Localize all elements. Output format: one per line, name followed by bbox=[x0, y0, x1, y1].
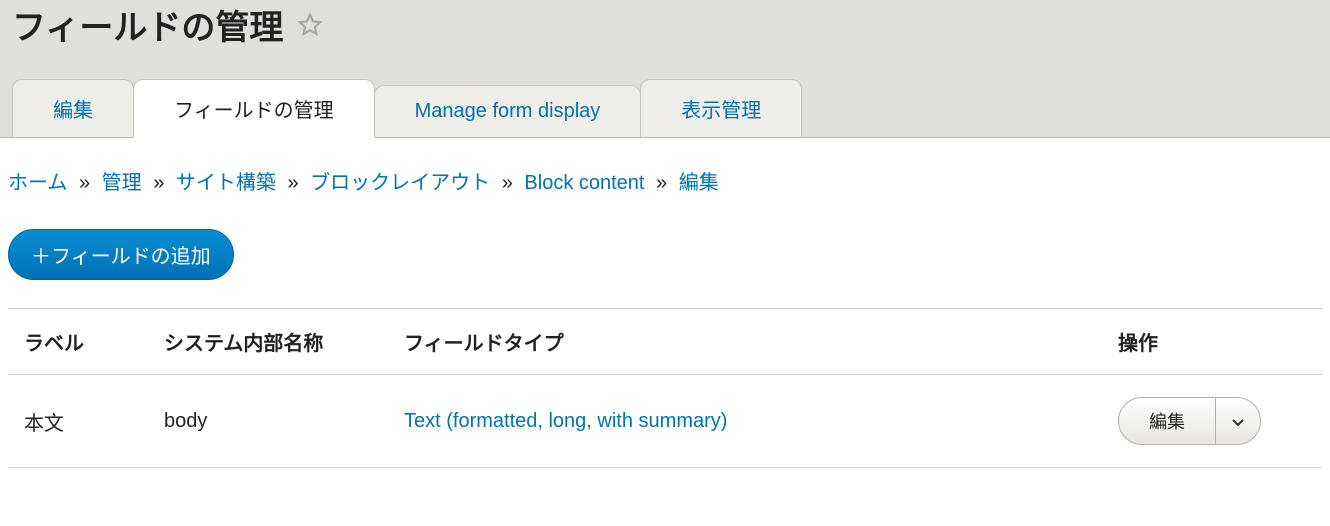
breadcrumb-separator: » bbox=[287, 172, 298, 194]
edit-button[interactable]: 編集 bbox=[1119, 398, 1216, 444]
field-type-link[interactable]: Text (formatted, long, with summary) bbox=[404, 410, 727, 432]
breadcrumb-separator: » bbox=[502, 172, 513, 194]
cell-operations: 編集 bbox=[1102, 375, 1322, 468]
cell-machine-name: body bbox=[148, 375, 388, 468]
breadcrumb-link[interactable]: ブロックレイアウト bbox=[310, 172, 490, 194]
table-header-row: ラベル システム内部名称 フィールドタイプ 操作 bbox=[8, 309, 1322, 375]
cell-label: 本文 bbox=[8, 375, 148, 468]
breadcrumb-separator: » bbox=[79, 172, 90, 194]
breadcrumb-link[interactable]: 編集 bbox=[679, 172, 719, 194]
header-region: フィールドの管理 編集 フィールドの管理 Manage form display… bbox=[0, 0, 1330, 138]
breadcrumb-link[interactable]: ホーム bbox=[8, 172, 67, 194]
th-field-type: フィールドタイプ bbox=[388, 309, 1102, 375]
th-operations: 操作 bbox=[1102, 309, 1322, 375]
tab-manage-form-display[interactable]: Manage form display bbox=[374, 85, 642, 138]
dropbutton-toggle[interactable] bbox=[1216, 398, 1260, 444]
th-label: ラベル bbox=[8, 309, 148, 375]
page-title-row: フィールドの管理 bbox=[12, 0, 1318, 79]
tab-manage-display[interactable]: 表示管理 bbox=[640, 79, 802, 138]
breadcrumb-separator: » bbox=[656, 172, 667, 194]
breadcrumb-link[interactable]: サイト構築 bbox=[176, 172, 276, 194]
primary-tabs: 編集 フィールドの管理 Manage form display 表示管理 bbox=[12, 79, 1318, 138]
tab-edit[interactable]: 編集 bbox=[12, 79, 134, 138]
page-title: フィールドの管理 bbox=[12, 0, 283, 49]
chevron-down-icon bbox=[1232, 410, 1244, 433]
fields-table: ラベル システム内部名称 フィールドタイプ 操作 本文 body Text (f… bbox=[8, 308, 1322, 468]
breadcrumb-separator: » bbox=[153, 172, 164, 194]
favorite-star-icon[interactable] bbox=[297, 12, 323, 38]
tab-manage-fields[interactable]: フィールドの管理 bbox=[133, 79, 375, 138]
breadcrumb-link[interactable]: Block content bbox=[524, 172, 644, 194]
cell-field-type: Text (formatted, long, with summary) bbox=[388, 375, 1102, 468]
add-field-button[interactable]: ＋フィールドの追加 bbox=[8, 229, 234, 280]
th-machine-name: システム内部名称 bbox=[148, 309, 388, 375]
table-row: 本文 body Text (formatted, long, with summ… bbox=[8, 375, 1322, 468]
operations-dropbutton: 編集 bbox=[1118, 397, 1261, 445]
content-region: ホーム » 管理 » サイト構築 » ブロックレイアウト » Block con… bbox=[0, 138, 1330, 478]
breadcrumb-link[interactable]: 管理 bbox=[102, 172, 142, 194]
breadcrumb: ホーム » 管理 » サイト構築 » ブロックレイアウト » Block con… bbox=[8, 166, 1322, 195]
